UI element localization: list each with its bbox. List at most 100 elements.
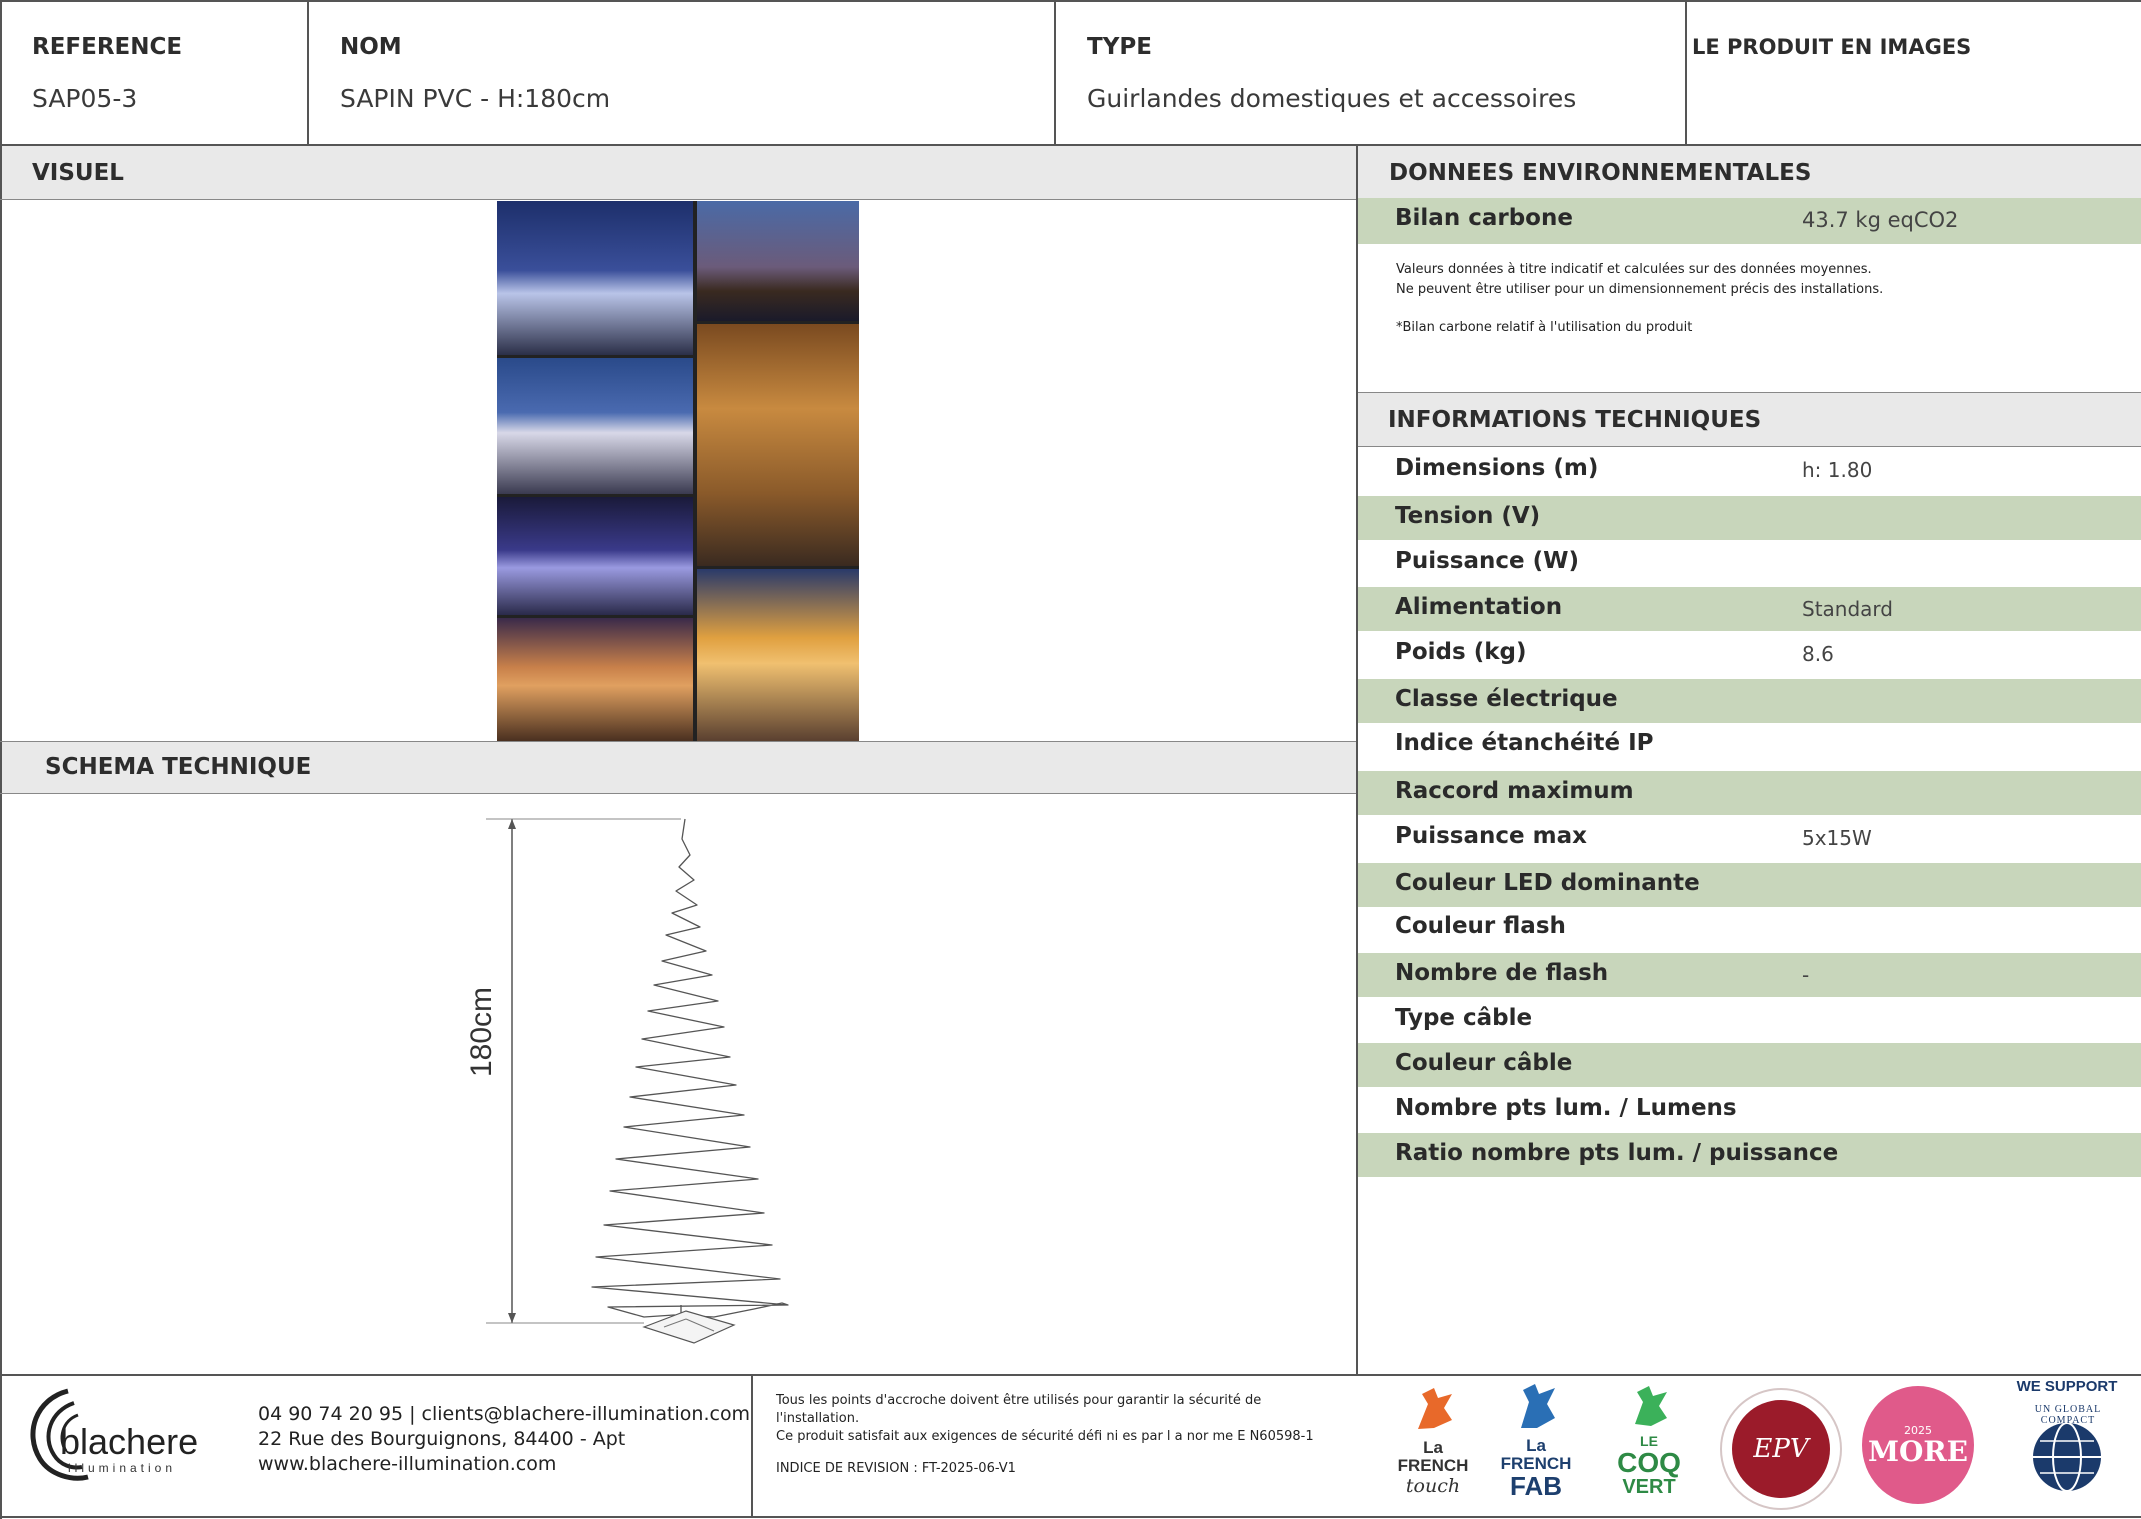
env-note-line1: Valeurs données à titre indicatif et cal… — [1396, 262, 1872, 277]
un-global-compact-text: UN GLOBAL COMPACT — [2034, 1404, 2102, 1426]
safety-line2: l'installation. — [776, 1411, 860, 1426]
coq-vert-logo: LE COQ VERT — [1614, 1384, 1684, 1508]
type-label: TYPE — [1087, 34, 1152, 60]
coq-coq: COQ — [1617, 1447, 1681, 1478]
reference-label: REFERENCE — [32, 34, 183, 60]
tech-row: Tension (V) — [1358, 496, 2141, 540]
photo-light-tunnel — [697, 569, 859, 741]
bilan-carbone-label: Bilan carbone — [1395, 205, 1573, 231]
tech-row: Couleur câble — [1358, 1043, 2141, 1087]
tech-row-label: Ratio nombre pts lum. / puissance — [1395, 1140, 1839, 1166]
nom-value: SAPIN PVC - H:180cm — [340, 84, 611, 113]
bilan-carbone-row: Bilan carbone 43.7 kg eqCO2 — [1358, 198, 2141, 244]
env-note-line2: Ne peuvent être utiliser pour un dimensi… — [1396, 282, 1884, 297]
env-band: DONNEES ENVIRONNEMENTALES — [1358, 146, 2141, 198]
tech-title: INFORMATIONS TECHNIQUES — [1388, 407, 1762, 433]
env-title: DONNEES ENVIRONNEMENTALES — [1389, 160, 1812, 186]
tech-row-label: Raccord maximum — [1395, 778, 1634, 804]
tech-row: Couleur LED dominante — [1358, 863, 2141, 907]
tech-row: Puissance max 5x15W — [1358, 816, 2141, 860]
contact-address: 22 Rue des Bourguignons, 84400 - Apt — [258, 1428, 626, 1450]
photo-city-night — [697, 201, 859, 321]
tech-row-label: Type câble — [1395, 1005, 1533, 1031]
schema-title: SCHEMA TECHNIQUE — [45, 754, 312, 780]
product-photo-collage — [497, 201, 859, 741]
tech-row-label: Nombre de flash — [1395, 960, 1609, 986]
type-value: Guirlandes domestiques et accessoires — [1087, 84, 1577, 113]
rooster-blue-icon — [1521, 1384, 1555, 1428]
tech-row: Classe électrique — [1358, 679, 2141, 723]
tech-row: Nombre de flash - — [1358, 953, 2141, 997]
epv-text: EPV — [1753, 1434, 1809, 1464]
tech-row-label: Alimentation — [1395, 594, 1563, 620]
tech-row: Indice étanchéité IP — [1358, 723, 2141, 767]
tech-row-label: Indice étanchéité IP — [1395, 730, 1654, 756]
safety-notice: Tous les points d'accroche doivent être … — [776, 1392, 1356, 1478]
tech-row-label: Dimensions (m) — [1395, 455, 1599, 481]
contact-phone-email[interactable]: 04 90 74 20 95 | clients@blachere-illumi… — [258, 1402, 750, 1427]
un-we-support: WE SUPPORT — [2016, 1378, 2118, 1395]
schema-band: SCHEMA TECHNIQUE — [2, 742, 1356, 793]
safety-line1: Tous les points d'accroche doivent être … — [776, 1393, 1262, 1408]
tech-row: Couleur flash — [1358, 906, 2141, 950]
safety-line3: Ce produit satisfait aux exigences de sé… — [776, 1429, 1314, 1444]
tech-row-value: - — [1802, 963, 1810, 987]
tech-row: Dimensions (m) h: 1.80 — [1358, 448, 2141, 492]
tech-row-value: h: 1.80 — [1802, 458, 1873, 482]
visuel-title: VISUEL — [32, 160, 124, 186]
contact-block: 04 90 74 20 95 | clients@blachere-illumi… — [258, 1402, 750, 1477]
product-images-label: LE PRODUIT EN IMAGES — [1692, 35, 1972, 59]
photo-light-cube — [497, 358, 693, 494]
tech-row: Puissance (W) — [1358, 541, 2141, 585]
epv-logo: EPV — [1720, 1388, 1842, 1510]
env-note: Valeurs données à titre indicatif et cal… — [1396, 260, 2126, 338]
tech-row: Alimentation Standard — [1358, 587, 2141, 631]
tech-row: Nombre pts lum. / Lumens — [1358, 1088, 2141, 1132]
tech-row: Raccord maximum — [1358, 771, 2141, 815]
tech-row-label: Poids (kg) — [1395, 639, 1527, 665]
technical-drawing: 180cm — [314, 795, 1044, 1373]
more-logo: 2025 MORE — [1862, 1386, 1974, 1504]
bilan-carbone-value: 43.7 kg eqCO2 — [1802, 208, 1959, 232]
dimension-label: 180cm — [465, 986, 498, 1078]
tech-row-label: Puissance max — [1395, 823, 1587, 849]
un-global-compact-logo: WE SUPPORT UN GLOBAL COMPACT — [2002, 1378, 2132, 1512]
photo-christmas-market — [497, 201, 693, 355]
tech-row-label: Couleur flash — [1395, 913, 1566, 939]
tech-row-label: Tension (V) — [1395, 503, 1541, 529]
brand-name: blachere — [60, 1421, 199, 1462]
brand-subtitle: illumination — [68, 1461, 177, 1475]
visuel-band: VISUEL — [2, 146, 1356, 199]
revision-index: INDICE DE REVISION : FT-2025-06-V1 — [776, 1461, 1016, 1476]
tech-row-label: Couleur câble — [1395, 1050, 1573, 1076]
nom-label: NOM — [340, 34, 402, 60]
french-fab-la: La — [1526, 1436, 1546, 1455]
blachere-logo: blachere illumination — [16, 1385, 216, 1485]
rooster-orange-icon — [1418, 1388, 1452, 1429]
coq-vert: VERT — [1622, 1476, 1676, 1498]
contact-website[interactable]: www.blachere-illumination.com — [258, 1452, 750, 1477]
more-text: MORE — [1868, 1435, 1968, 1468]
french-fab-fab: FAB — [1510, 1471, 1562, 1501]
rooster-green-icon — [1635, 1386, 1667, 1426]
french-touch-touch: touch — [1405, 1475, 1461, 1497]
tech-row-value: 8.6 — [1802, 642, 1834, 666]
french-touch-french: FRENCH — [1397, 1456, 1469, 1475]
tech-row-label: Classe électrique — [1395, 686, 1618, 712]
tech-row: Type câble — [1358, 998, 2141, 1042]
tech-row-label: Puissance (W) — [1395, 548, 1580, 574]
tech-row-value: 5x15W — [1802, 826, 1872, 850]
tech-row-label: Nombre pts lum. / Lumens — [1395, 1095, 1737, 1121]
tech-band: INFORMATIONS TECHNIQUES — [1358, 393, 2141, 446]
photo-light-balls — [497, 497, 693, 615]
photo-arcade — [697, 324, 859, 566]
tech-row-label: Couleur LED dominante — [1395, 870, 1700, 896]
reference-value: SAP05-3 — [32, 84, 138, 113]
tech-row: Poids (kg) 8.6 — [1358, 632, 2141, 676]
tech-row-value: Standard — [1802, 597, 1893, 621]
french-touch-la: La — [1423, 1438, 1443, 1457]
photo-tree-lights — [497, 618, 693, 741]
french-fab-logo: La FRENCH FAB — [1498, 1380, 1574, 1512]
env-note-line3: *Bilan carbone relatif à l'utilisation d… — [1396, 320, 1693, 335]
french-touch-logo: La FRENCH touch — [1392, 1384, 1474, 1512]
